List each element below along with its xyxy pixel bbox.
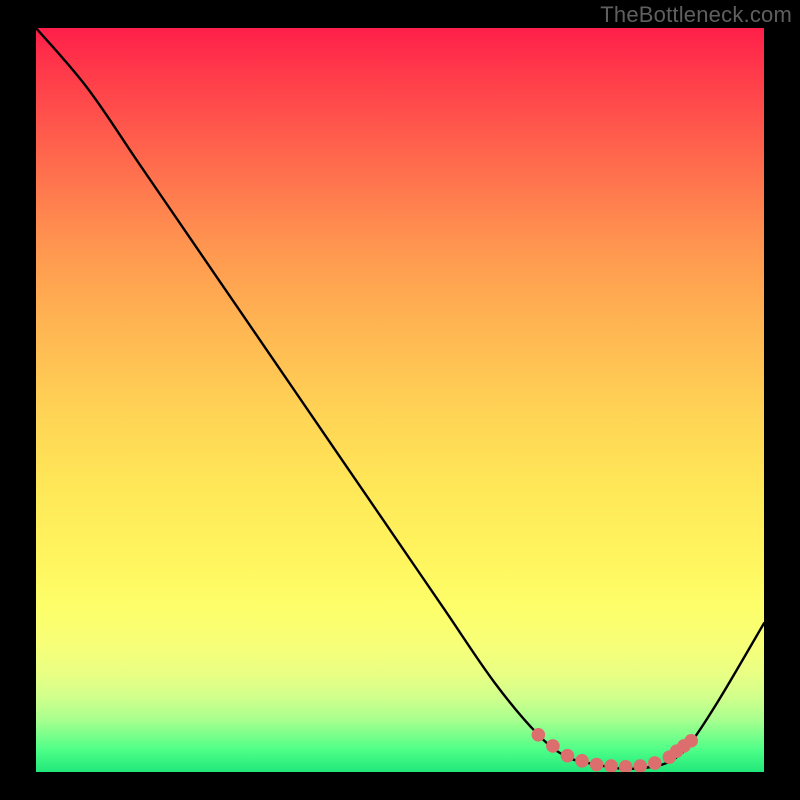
plot-area [36, 28, 764, 772]
chart-frame: TheBottleneck.com [0, 0, 800, 800]
highlight-dot [619, 760, 633, 772]
watermark-text: TheBottleneck.com [600, 2, 792, 28]
chart-curve-group [36, 28, 764, 769]
highlight-dot [648, 756, 662, 770]
highlight-dot [633, 759, 647, 772]
highlight-dot [684, 734, 698, 748]
chart-svg [36, 28, 764, 772]
highlight-dot [561, 749, 575, 763]
highlight-dot [546, 739, 560, 753]
highlight-dot [604, 759, 618, 772]
chart-curve [36, 28, 764, 769]
highlight-dot [532, 728, 546, 742]
highlight-dot [575, 754, 589, 768]
chart-dots-group [532, 728, 698, 772]
highlight-dot [590, 758, 604, 772]
